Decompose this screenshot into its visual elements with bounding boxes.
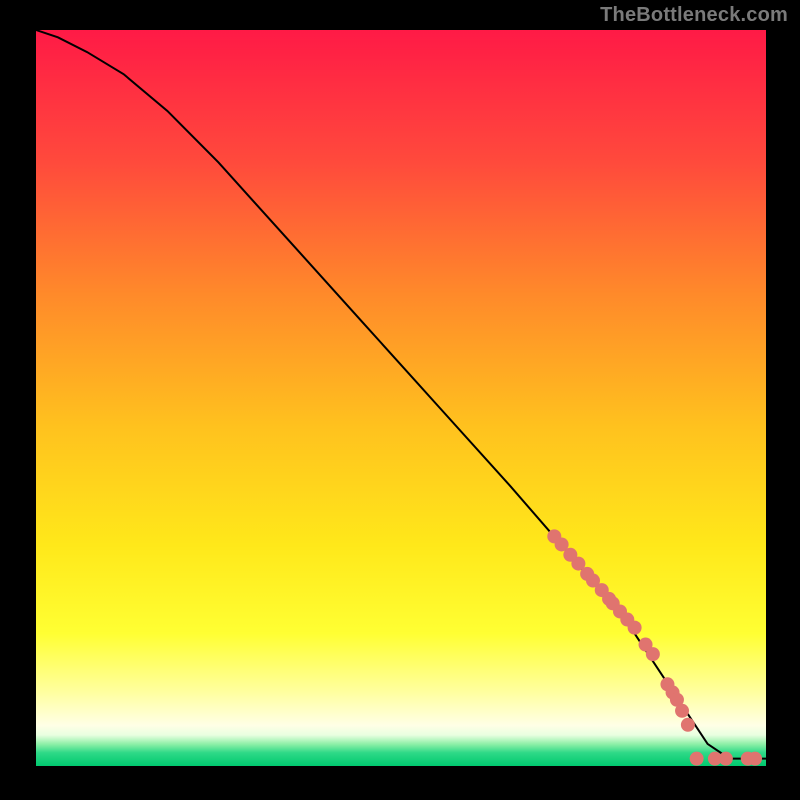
data-marker <box>646 647 660 661</box>
data-marker <box>719 752 733 766</box>
attribution-label: TheBottleneck.com <box>600 4 788 27</box>
data-marker <box>748 752 762 766</box>
data-marker <box>690 752 704 766</box>
data-marker <box>681 718 695 732</box>
data-marker <box>628 621 642 635</box>
marker-group <box>547 529 762 765</box>
chart-stage: TheBottleneck.com <box>0 0 800 800</box>
data-marker <box>675 704 689 718</box>
curve-layer <box>36 30 766 766</box>
plot-area <box>36 30 766 766</box>
